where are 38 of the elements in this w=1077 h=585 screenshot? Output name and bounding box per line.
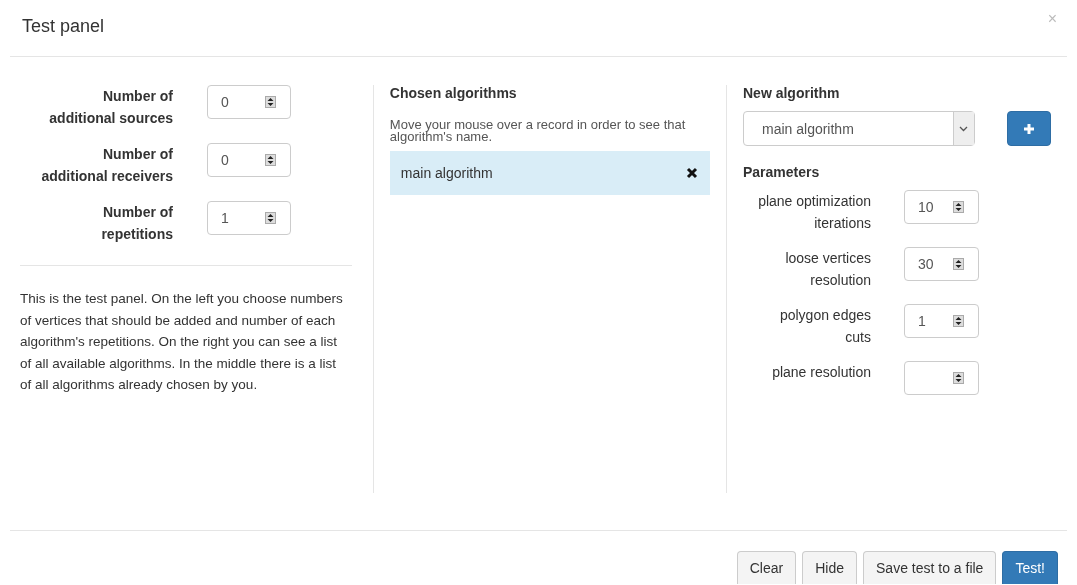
footer-button[interactable]: Clear [736,551,797,584]
description-text: This is the test panel. On the left you choose numbers of vertices that should be added and number of each algorithm's repetitions. On the right you can see a list of all available algorithms. In the middle there is a list of all algorithms already chosen by you. [20,290,344,394]
add-button[interactable] [1006,111,1051,146]
spinner-arrows-icon[interactable] [265,212,276,224]
test-button[interactable]: Test! [1002,551,1058,584]
algorithm-select[interactable]: main algorithm [743,111,975,146]
field-label: Number of additional sources [48,87,173,128]
number-field[interactable]: 30 [904,247,979,281]
number-field[interactable]: 10 [904,190,979,224]
parameter-label: plane optimization iterations [757,192,871,233]
spinner-arrows-icon[interactable] [953,315,964,327]
modal-title: Test panel [22,15,105,37]
number-field[interactable]: 1 [904,304,979,338]
chevron-down-icon [959,125,968,132]
footer-button[interactable]: Hide [802,551,857,584]
number-field[interactable]: 0 [207,143,291,177]
field-label: Number of additional receivers [41,145,173,186]
parameter-label: polygon edges cuts [778,306,871,347]
number-field[interactable]: 1 [207,201,291,235]
number-field[interactable]: 0 [207,85,291,119]
footer-button[interactable]: Save test to a file [863,551,997,584]
plus-icon [1022,122,1035,135]
section-heading: Chosen algorithms [389,85,518,101]
section-heading: Parameters [743,164,821,180]
remove-icon[interactable] [686,167,698,179]
spinner-arrows-icon[interactable] [265,154,276,166]
spinner-arrows-icon[interactable] [953,258,964,270]
spinner-arrows-icon[interactable] [953,201,964,213]
parameter-label: loose vertices resolution [784,249,871,290]
record-name: main algorithm [400,165,493,181]
section-heading: New algorithm [743,85,841,101]
number-field[interactable] [904,361,979,395]
algorithm-record[interactable]: main algorithm [389,151,710,195]
hint-text: Move your mouse over a record in order to see that algorithm's name. [389,119,687,143]
spinner-arrows-icon[interactable] [265,96,276,108]
field-label: Number of repetitions [100,203,173,244]
parameter-label: plane resolution [772,363,871,382]
spinner-arrows-icon[interactable] [953,372,964,384]
